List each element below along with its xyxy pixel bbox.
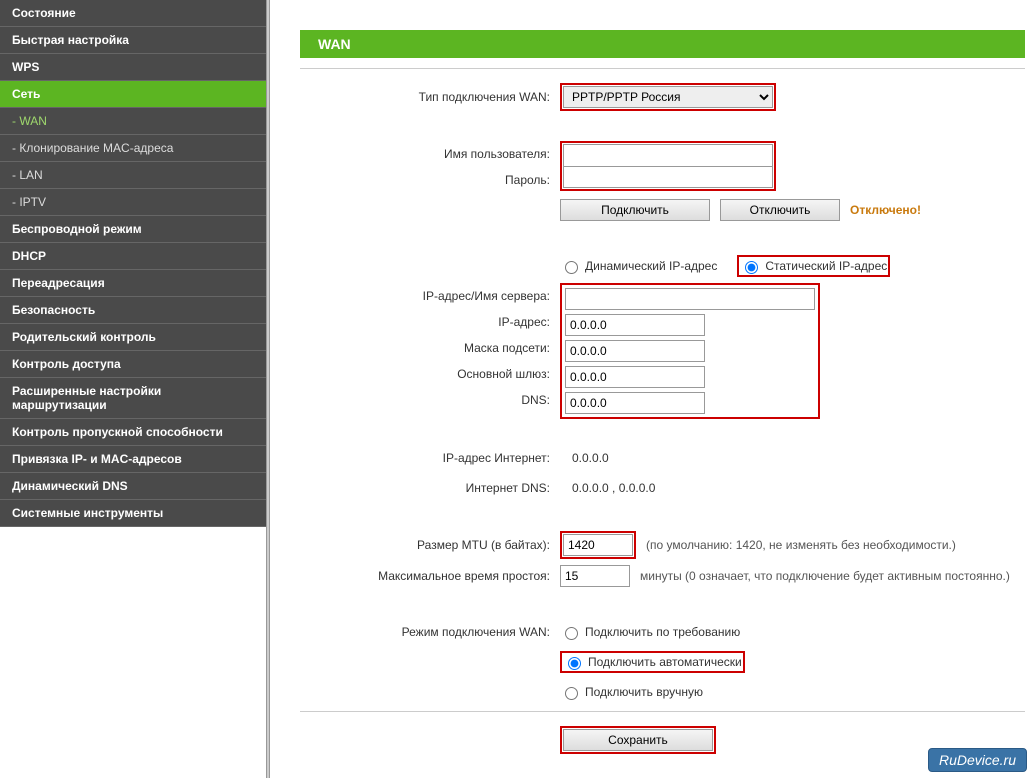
label-idle: Максимальное время простоя: [300,569,560,583]
label-mtu: Размер MTU (в байтах): [300,538,560,552]
radio-mode-auto[interactable]: Подключить автоматически [563,654,742,670]
sidebar-item-ddns[interactable]: Динамический DNS [0,473,266,500]
radio-mode-auto-input[interactable] [568,657,581,670]
radio-dynamic-ip-input[interactable] [565,261,578,274]
radio-mode-manual-label: Подключить вручную [585,685,703,699]
radio-dynamic-ip[interactable]: Динамический IP-адрес [560,258,717,274]
radio-mode-on-demand-input[interactable] [565,627,578,640]
note-mtu: (по умолчанию: 1420, не изменять без нео… [646,538,956,552]
sidebar-item-dhcp[interactable]: DHCP [0,243,266,270]
radio-mode-on-demand[interactable]: Подключить по требованию [560,624,740,640]
input-subnet[interactable] [565,340,705,362]
sidebar-item-security[interactable]: Безопасность [0,297,266,324]
sidebar-item-wireless[interactable]: Беспроводной режим [0,216,266,243]
sidebar: Состояние Быстрая настройка WPS Сеть - W… [0,0,266,778]
sidebar-item-status[interactable]: Состояние [0,0,266,27]
input-ip-addr[interactable] [565,314,705,336]
input-dns[interactable] [565,392,705,414]
connect-button[interactable]: Подключить [560,199,710,221]
separator-bottom [300,711,1025,712]
label-ip-server: IP-адрес/Имя сервера: [300,283,560,309]
sidebar-item-forwarding[interactable]: Переадресация [0,270,266,297]
label-username: Имя пользователя: [300,141,560,167]
radio-mode-manual[interactable]: Подключить вручную [560,684,703,700]
separator [300,68,1025,69]
disconnect-button[interactable]: Отключить [720,199,840,221]
input-gateway[interactable] [565,366,705,388]
main-content: WAN Тип подключения WAN: PPTP/PPTP Росси… [270,0,1035,778]
input-idle[interactable] [560,565,630,587]
radio-mode-auto-label: Подключить автоматически [588,655,742,669]
sidebar-item-quick-setup[interactable]: Быстрая настройка [0,27,266,54]
sidebar-item-network[interactable]: Сеть [0,81,266,108]
radio-mode-on-demand-label: Подключить по требованию [585,625,740,639]
label-conn-type: Тип подключения WAN: [300,90,560,104]
label-inet-ip: IP-адрес Интернет: [300,451,560,465]
sidebar-item-system-tools[interactable]: Системные инструменты [0,500,266,527]
radio-static-ip[interactable]: Статический IP-адрес [740,258,887,274]
sidebar-item-parental[interactable]: Родительский контроль [0,324,266,351]
input-username[interactable] [563,144,773,166]
label-ip-addr: IP-адрес: [300,309,560,335]
label-password: Пароль: [300,167,560,193]
sidebar-item-ip-mac-binding[interactable]: Привязка IP- и MAC-адресов [0,446,266,473]
label-gateway: Основной шлюз: [300,361,560,387]
save-button[interactable]: Сохранить [563,729,713,751]
sidebar-item-wan[interactable]: - WAN [0,108,266,135]
input-mtu[interactable] [563,534,633,556]
radio-static-ip-input[interactable] [745,261,758,274]
page-title: WAN [300,30,1025,58]
sidebar-item-access-control[interactable]: Контроль доступа [0,351,266,378]
input-ip-server[interactable] [565,288,815,310]
sidebar-item-lan[interactable]: - LAN [0,162,266,189]
value-inet-dns: 0.0.0.0 , 0.0.0.0 [560,481,655,495]
connection-status: Отключено! [850,203,921,217]
sidebar-item-mac-clone[interactable]: - Клонирование MAC-адреса [0,135,266,162]
label-wan-mode: Режим подключения WAN: [300,625,560,639]
input-password[interactable] [563,166,773,188]
sidebar-item-bandwidth[interactable]: Контроль пропускной способности [0,419,266,446]
value-inet-ip: 0.0.0.0 [560,451,609,465]
sidebar-item-iptv[interactable]: - IPTV [0,189,266,216]
radio-static-ip-label: Статический IP-адрес [765,259,887,273]
label-inet-dns: Интернет DNS: [300,481,560,495]
label-subnet: Маска подсети: [300,335,560,361]
select-conn-type[interactable]: PPTP/PPTP Россия [563,86,773,108]
radio-mode-manual-input[interactable] [565,687,578,700]
note-idle: минуты (0 означает, что подключение буде… [640,569,1010,583]
label-dns: DNS: [300,387,560,413]
radio-dynamic-ip-label: Динамический IP-адрес [585,259,717,273]
sidebar-item-routing[interactable]: Расширенные настройки маршрутизации [0,378,266,419]
sidebar-item-wps[interactable]: WPS [0,54,266,81]
